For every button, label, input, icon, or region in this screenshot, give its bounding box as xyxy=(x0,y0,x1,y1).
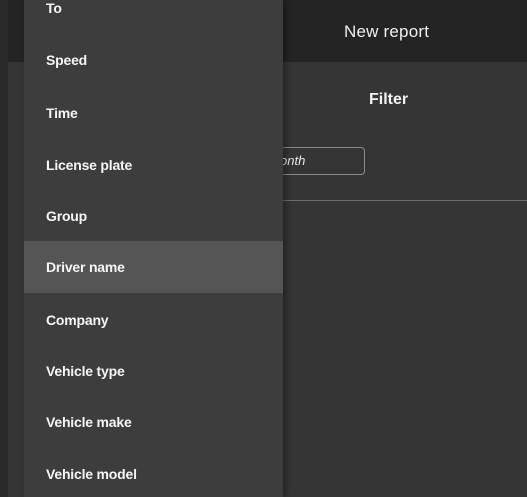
menu-item-label: Speed xyxy=(46,52,88,68)
menu-item-label: Company xyxy=(46,312,109,328)
menu-item-label: Group xyxy=(46,208,87,224)
menu-item-time[interactable]: Time xyxy=(24,87,283,139)
menu-item-group[interactable]: Group xyxy=(24,190,283,242)
menu-item-driver-name[interactable]: Driver name xyxy=(24,241,283,293)
filter-divider xyxy=(270,200,527,201)
menu-item-vehicle-type[interactable]: Vehicle type xyxy=(24,345,283,397)
menu-item-label: Driver name xyxy=(46,259,125,275)
menu-item-label: Vehicle model xyxy=(46,466,137,482)
menu-item-to[interactable]: To xyxy=(24,0,283,34)
menu-item-speed[interactable]: Speed xyxy=(24,34,283,86)
menu-item-label: Time xyxy=(46,105,78,121)
menu-item-label: To xyxy=(46,0,62,16)
menu-item-vehicle-model[interactable]: Vehicle model xyxy=(24,448,283,497)
period-select-value: onth xyxy=(280,153,306,168)
menu-item-license-plate[interactable]: License plate xyxy=(24,139,283,191)
column-dropdown-menu[interactable]: To Speed Time License plate Group Driver… xyxy=(24,0,283,497)
menu-item-vehicle-make[interactable]: Vehicle make xyxy=(24,396,283,448)
menu-item-company[interactable]: Company xyxy=(24,294,283,346)
filter-title: Filter xyxy=(369,91,409,108)
menu-item-label: License plate xyxy=(46,157,133,173)
menu-item-label: Vehicle make xyxy=(46,414,132,430)
left-strip xyxy=(0,0,8,497)
menu-item-label: Vehicle type xyxy=(46,363,125,379)
page-title: New report xyxy=(344,22,430,41)
